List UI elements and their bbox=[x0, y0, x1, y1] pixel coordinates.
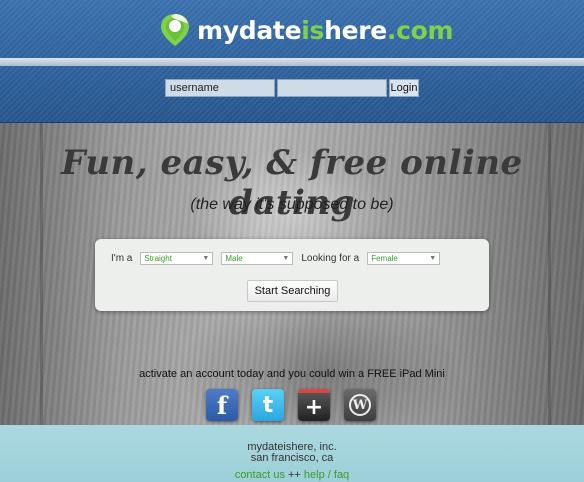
google-plus-icon[interactable]: + bbox=[298, 389, 330, 421]
contact-us-link[interactable]: contact us bbox=[235, 469, 285, 481]
company-info: mydateishere, inc. san francisco, ca bbox=[0, 442, 584, 464]
site-logo-text: mydateishere.com bbox=[197, 15, 454, 45]
footer-links: contact us ++ help / faq bbox=[0, 469, 584, 481]
search-criteria-row: I'm a Straight ▼ Male ▼ Looking for a Fe… bbox=[111, 252, 448, 265]
hero-subheadline: (the way it's supposed to be) bbox=[190, 196, 394, 213]
facebook-icon[interactable]: f bbox=[206, 389, 238, 421]
start-searching-button[interactable]: Start Searching bbox=[247, 280, 338, 302]
header-divider-stripe bbox=[0, 58, 584, 66]
orientation-select-value: Straight bbox=[144, 254, 172, 263]
site-footer: mydateishere, inc. san francisco, ca con… bbox=[0, 425, 584, 482]
login-button[interactable]: Login bbox=[389, 79, 419, 97]
im-a-label: I'm a bbox=[111, 253, 133, 264]
map-pin-heart-icon bbox=[161, 14, 189, 46]
looking-for-select-value: Female bbox=[371, 254, 398, 263]
gender-select-value: Male bbox=[225, 254, 243, 263]
company-location: san francisco, ca bbox=[250, 452, 334, 464]
gender-select[interactable]: Male ▼ bbox=[221, 252, 294, 265]
chevron-down-icon: ▼ bbox=[282, 255, 290, 262]
looking-for-label: Looking for a bbox=[301, 253, 360, 264]
wordpress-icon[interactable]: W bbox=[344, 389, 376, 421]
site-logo[interactable]: mydateishere.com bbox=[157, 12, 454, 48]
help-faq-link[interactable]: help / faq bbox=[304, 469, 349, 481]
footer-link-separator: ++ bbox=[284, 469, 304, 481]
hero-section: Fun, easy, & free online dating (the way… bbox=[0, 123, 584, 425]
twitter-icon[interactable]: t bbox=[252, 389, 284, 421]
password-input[interactable] bbox=[277, 79, 387, 97]
search-panel: I'm a Straight ▼ Male ▼ Looking for a Fe… bbox=[95, 239, 489, 311]
looking-for-select[interactable]: Female ▼ bbox=[367, 252, 441, 265]
username-input[interactable] bbox=[165, 79, 275, 97]
ipad-promo-text: activate an account today and you could … bbox=[139, 368, 445, 380]
site-header: mydateishere.com Login bbox=[0, 0, 584, 123]
orientation-select[interactable]: Straight ▼ bbox=[140, 252, 214, 265]
chevron-down-icon: ▼ bbox=[202, 255, 210, 262]
login-form: Login bbox=[165, 79, 419, 97]
social-links: f t + W bbox=[206, 389, 376, 421]
chevron-down-icon: ▼ bbox=[429, 255, 437, 262]
